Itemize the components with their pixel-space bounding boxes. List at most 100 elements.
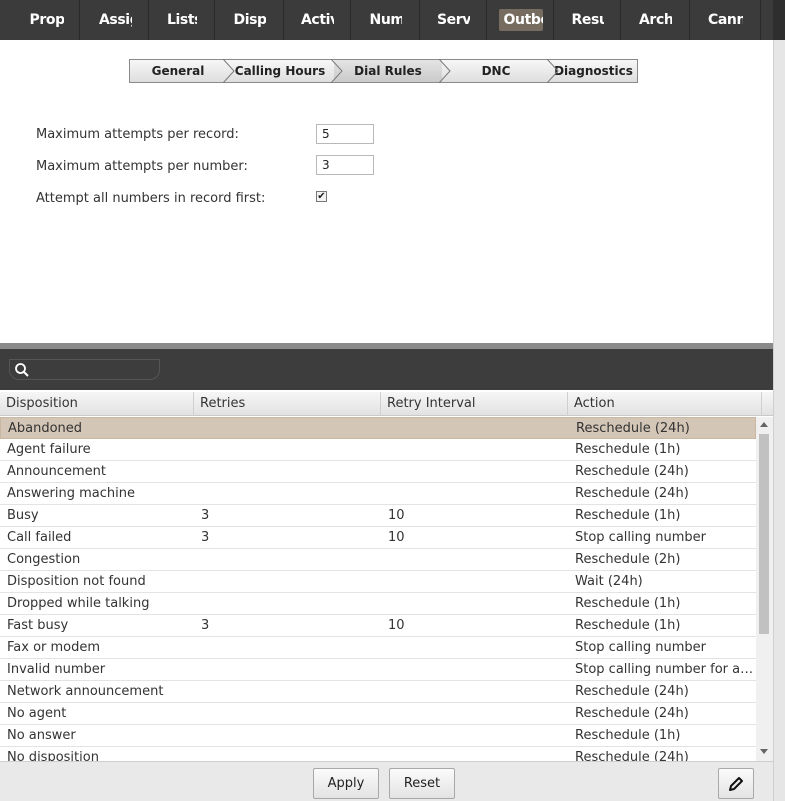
- table-row[interactable]: Dropped while talking Reschedule (1h): [0, 593, 756, 615]
- table-row[interactable]: Invalid number Stop calling number for al…: [0, 659, 756, 681]
- scrollbar-thumb[interactable]: [759, 434, 769, 634]
- table-row[interactable]: Network announcement Reschedule (24h): [0, 681, 756, 703]
- cell-action: Wait (24h): [575, 574, 643, 589]
- cell-action: Reschedule (1h): [575, 728, 681, 743]
- cell-action: Stop calling number: [575, 640, 706, 655]
- scroll-up-icon[interactable]: [760, 422, 768, 427]
- wizard-step-dial-rules[interactable]: Dial Rules: [334, 60, 442, 82]
- cell-disposition: Announcement: [7, 464, 106, 479]
- window-right-edge: [773, 0, 785, 801]
- cell-disposition: Fast busy: [7, 618, 69, 633]
- max-attempts-record-input[interactable]: [316, 124, 374, 144]
- cell-action: Stop calling number for all c...: [575, 662, 756, 677]
- cell-retries: [194, 703, 381, 724]
- apply-button[interactable]: Apply: [313, 768, 379, 799]
- column-header-retry-interval[interactable]: Retry Interval: [381, 392, 568, 416]
- wizard-step-diagnostics[interactable]: Diagnostics: [550, 60, 637, 82]
- cell-disposition: No agent: [7, 706, 67, 721]
- tab-canned[interactable]: Canned: [691, 0, 761, 40]
- cell-retries: [194, 461, 381, 482]
- bottom-action-bar: Apply Reset: [0, 761, 773, 801]
- tab-label: Canned: [708, 12, 743, 28]
- step-separator-icon: [438, 59, 451, 83]
- wizard-step-dnc[interactable]: DNC: [442, 60, 550, 82]
- cell-interval: [381, 703, 568, 724]
- cell-action: Reschedule (2h): [575, 552, 681, 567]
- step-separator-icon: [222, 59, 235, 83]
- table-row[interactable]: Answering machine Reschedule (24h): [0, 483, 756, 505]
- scroll-down-icon[interactable]: [760, 749, 768, 754]
- max-attempts-number-input[interactable]: [316, 155, 374, 175]
- table-row[interactable]: Agent failure Reschedule (1h): [0, 439, 756, 461]
- tab-services[interactable]: Services: [421, 0, 487, 40]
- table-row[interactable]: Fast busy 3 10 Reschedule (1h): [0, 615, 756, 637]
- cell-retries: [194, 725, 381, 746]
- cell-interval: [381, 461, 568, 482]
- cell-disposition: No disposition: [7, 750, 99, 761]
- grid-vertical-scrollbar[interactable]: [756, 417, 773, 761]
- tab-label: Archive: [639, 12, 672, 28]
- checkmark-icon: ✔: [317, 191, 326, 202]
- table-row[interactable]: Call failed 3 10 Stop calling number: [0, 527, 756, 549]
- cell-retries: [194, 549, 381, 570]
- cell-interval: [381, 571, 568, 592]
- column-header-disposition[interactable]: Disposition: [0, 392, 194, 416]
- table-row[interactable]: Busy 3 10 Reschedule (1h): [0, 505, 756, 527]
- cell-action: Reschedule (24h): [575, 750, 689, 761]
- tab-activity[interactable]: Activity: [285, 0, 351, 40]
- table-row[interactable]: Abandoned Reschedule (24h): [0, 417, 756, 439]
- attempt-all-numbers-checkbox[interactable]: ✔: [316, 191, 327, 202]
- table-row[interactable]: Announcement Reschedule (24h): [0, 461, 756, 483]
- tab-outbound[interactable]: Outbound: [488, 0, 554, 40]
- tab-properties[interactable]: Properties: [14, 0, 80, 40]
- wizard-step-general[interactable]: General: [130, 60, 226, 82]
- cell-action: Reschedule (24h): [575, 464, 689, 479]
- max-attempts-number-label: Maximum attempts per number:: [36, 159, 248, 174]
- tab-label: Properties: [29, 12, 64, 28]
- tab-label: Results: [571, 12, 604, 28]
- cell-interval: [382, 418, 569, 439]
- tab-numbers[interactable]: Numbers: [352, 0, 420, 40]
- cell-action: Reschedule (1h): [575, 618, 681, 633]
- search-input[interactable]: [9, 359, 160, 380]
- search-icon[interactable]: [14, 362, 30, 378]
- wizard-step-calling-hours[interactable]: Calling Hours: [226, 60, 334, 82]
- table-row[interactable]: No answer Reschedule (1h): [0, 725, 756, 747]
- cell-action: Reschedule (24h): [575, 486, 689, 501]
- table-row[interactable]: Congestion Reschedule (2h): [0, 549, 756, 571]
- cell-disposition: Busy: [7, 508, 39, 523]
- cell-retries: [194, 439, 381, 460]
- cell-disposition: Disposition not found: [7, 574, 146, 589]
- reset-button[interactable]: Reset: [389, 768, 455, 799]
- cell-interval: 10: [388, 618, 405, 633]
- top-tab-bar: Properties Assignments Lists Dispositions Ac…: [0, 0, 785, 40]
- cell-action: Reschedule (1h): [575, 596, 681, 611]
- cell-disposition: Dropped while talking: [7, 596, 150, 611]
- column-header-retries[interactable]: Retries: [194, 392, 381, 416]
- tab-assignments[interactable]: Assignments: [83, 0, 149, 40]
- outbound-wizard-steps: General Calling Hours Dial Rules DNC Dia…: [129, 59, 638, 83]
- table-row[interactable]: No agent Reschedule (24h): [0, 703, 756, 725]
- cell-retries: [194, 483, 381, 504]
- cell-retries: 3: [201, 530, 210, 545]
- cell-disposition: Fax or modem: [7, 640, 101, 655]
- tab-dispositions[interactable]: Dispositions: [216, 0, 284, 40]
- column-header-action[interactable]: Action: [568, 392, 762, 416]
- tab-archive[interactable]: Archive: [622, 0, 690, 40]
- cell-action: Stop calling number: [575, 530, 706, 545]
- cell-disposition: Invalid number: [7, 662, 106, 677]
- cell-retries: [195, 418, 382, 439]
- table-row[interactable]: Disposition not found Wait (24h): [0, 571, 756, 593]
- tab-results[interactable]: Results: [555, 0, 621, 40]
- cell-interval: [381, 439, 568, 460]
- table-row[interactable]: Fax or modem Stop calling number: [0, 637, 756, 659]
- disposition-grid: Abandoned Reschedule (24h) Agent failure Re…: [0, 417, 756, 761]
- edit-button[interactable]: [718, 768, 754, 799]
- cell-interval: [381, 637, 568, 658]
- cell-retries: [194, 747, 381, 761]
- cell-interval: [381, 549, 568, 570]
- table-row[interactable]: No disposition Reschedule (24h): [0, 747, 756, 761]
- tab-label: Dispositions: [233, 12, 266, 28]
- tab-lists[interactable]: Lists: [150, 0, 215, 40]
- search-bar: [0, 349, 773, 390]
